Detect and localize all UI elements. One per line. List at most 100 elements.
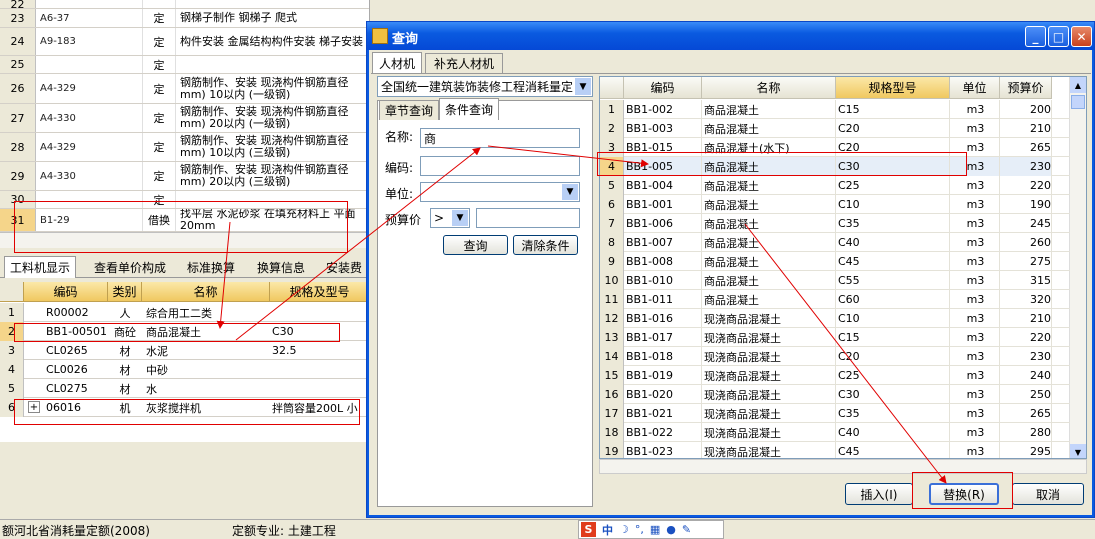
material-row[interactable]: 1 R00002 人 综合用工二类 [0,303,370,322]
wrench-icon[interactable]: ✎ [682,523,691,536]
result-col-header[interactable]: 单位 [950,77,1000,99]
result-row[interactable]: 13 BB1-017 现浇商品混凝土 C15 m3 220 [600,328,1070,347]
chevron-down-icon[interactable]: ▼ [562,184,578,200]
tab-chapter-query[interactable]: 章节查询 [379,100,439,120]
detail-tab[interactable]: 安装费 [320,256,368,278]
detail-tab[interactable]: 工料机显示 [4,256,76,278]
result-row[interactable]: 19 BB1-023 现浇商品混凝土 C45 m3 295 [600,442,1070,458]
material-row[interactable]: 3 CL0265 材 水泥 32.5 [0,341,370,360]
quota-row[interactable]: 22 [0,0,369,11]
detail-tab[interactable]: 标准换算 [178,256,244,278]
minimize-button[interactable]: _ [1025,26,1046,47]
quota-code: B1-29 [40,214,70,226]
result-row[interactable]: 16 BB1-020 现浇商品混凝土 C30 m3 250 [600,385,1070,404]
result-row[interactable]: 6 BB1-001 商品混凝土 C10 m3 190 [600,195,1070,214]
tab-supplementary[interactable]: 补充人材机 [425,53,503,73]
result-name: 现浇商品混凝土 [702,385,836,404]
tab-condition-query[interactable]: 条件查询 [439,98,499,120]
material-row[interactable]: 4 CL0026 材 中砂 [0,360,370,379]
material-row[interactable]: 5 CL0275 材 水 [0,379,370,398]
result-row[interactable]: 10 BB1-010 商品混凝土 C55 m3 315 [600,271,1070,290]
material-col-header[interactable]: 规格及型号 [270,282,370,302]
expand-icon[interactable]: + [28,401,40,413]
punctuation-icon[interactable]: °, [635,523,644,536]
name-input[interactable]: 商 [420,128,580,148]
result-row[interactable]: 2 BB1-003 商品混凝土 C20 m3 210 [600,119,1070,138]
replace-button[interactable]: 替换(R) [929,483,999,505]
result-name: 现浇商品混凝土 [702,423,836,442]
material-col-header[interactable]: 编码 [24,282,108,302]
result-name: 商品混凝土 [702,119,836,138]
result-row[interactable]: 1 BB1-002 商品混凝土 C15 m3 200 [600,100,1070,119]
quota-num: 29 [0,162,36,190]
quota-row[interactable]: 31 B1-29 借换 找平层 水泥砂浆 在填充材料上 平面 20mm [0,209,369,232]
result-row[interactable]: 4 BB1-005 商品混凝土 C30 m3 230 [600,157,1070,176]
result-row[interactable]: 14 BB1-018 现浇商品混凝土 C20 m3 230 [600,347,1070,366]
material-cat: 机 [119,401,131,415]
result-unit: m3 [950,100,1000,119]
tab-materials[interactable]: 人材机 [372,52,422,74]
result-row[interactable]: 12 BB1-016 现浇商品混凝土 C10 m3 210 [600,309,1070,328]
detail-tab[interactable]: 换算信息 [250,256,312,278]
ime-chinese-mode[interactable]: 中 [602,522,613,538]
quota-row[interactable]: 27 A4-330 定钢筋制作、安装 现浇构件钢筋直径mm) 20以内 (一级钢) [0,104,369,133]
detail-tab[interactable]: 查看单价构成 [88,256,172,278]
result-row[interactable]: 15 BB1-019 现浇商品混凝土 C25 m3 240 [600,366,1070,385]
unit-select[interactable]: ▼ [420,182,580,202]
result-col-header[interactable]: 名称 [702,77,836,99]
price-input[interactable] [476,208,580,228]
chevron-down-icon[interactable]: ▼ [575,78,591,95]
result-row[interactable]: 9 BB1-008 商品混凝土 C45 m3 275 [600,252,1070,271]
price-operator-select[interactable]: > ▼ [430,208,470,228]
result-row[interactable]: 5 BB1-004 商品混凝土 C25 m3 220 [600,176,1070,195]
result-row[interactable]: 8 BB1-007 商品混凝土 C40 m3 260 [600,233,1070,252]
result-row[interactable]: 17 BB1-021 现浇商品混凝土 C35 m3 265 [600,404,1070,423]
result-col-header[interactable]: 规格型号 [836,77,950,99]
result-price: 260 [1000,233,1052,252]
quota-row[interactable]: 30 定 [0,191,369,209]
insert-button[interactable]: 插入(I) [845,483,913,505]
result-unit: m3 [950,195,1000,214]
query-button[interactable]: 查询 [443,235,508,255]
quota-row[interactable]: 26 A4-329 定钢筋制作、安装 现浇构件钢筋直径mm) 10以内 (一级钢) [0,74,369,104]
material-row[interactable]: 6 06016 机 灰浆搅拌机 拌筒容量200L 小 + [0,398,370,417]
keyboard-icon[interactable]: ▦ [650,523,660,536]
result-code: BB1-020 [624,385,702,404]
results-vscrollbar[interactable]: ▲ ▼ [1069,77,1086,458]
scroll-down-icon[interactable]: ▼ [1070,444,1086,458]
result-row[interactable]: 7 BB1-006 商品混凝土 C35 m3 245 [600,214,1070,233]
quota-row[interactable]: 24 A9-183 定构件安装 金属结构构件安装 梯子安装 [0,28,369,56]
sogou-icon[interactable]: S [581,522,596,537]
material-cat: 人 [119,306,131,320]
results-hscrollbar[interactable] [599,459,1087,474]
scroll-up-icon[interactable]: ▲ [1070,77,1086,93]
result-col-header[interactable]: 编码 [624,77,702,99]
maximize-button[interactable]: □ [1048,26,1069,47]
dialog-titlebar[interactable]: 查询 _ □ ✕ [367,22,1094,50]
chevron-down-icon[interactable]: ▼ [452,210,468,226]
clear-conditions-button[interactable]: 清除条件 [513,235,578,255]
close-button[interactable]: ✕ [1071,26,1092,47]
cancel-button[interactable]: 取消 [1012,483,1084,505]
quota-name [180,0,369,8]
quota-row[interactable]: 25 定 [0,56,369,74]
quota-row[interactable]: 23 A6-37 定钢梯子制作 钢梯子 爬式 [0,9,369,28]
result-row[interactable]: 11 BB1-011 商品混凝土 C60 m3 320 [600,290,1070,309]
quota-library-select[interactable]: 全国统一建筑装饰装修工程消耗量定 ▼ [377,76,593,97]
moon-icon[interactable]: ☽ [619,523,629,536]
material-row[interactable]: 2 BB1-00501 商砼 商品混凝土 C30 [0,322,370,341]
quota-grid-scrollbar[interactable] [0,232,370,248]
quota-row[interactable]: 29 A4-330 定钢筋制作、安装 现浇构件钢筋直径mm) 20以内 (三级钢) [0,162,369,191]
scroll-thumb[interactable] [1071,95,1085,109]
user-icon[interactable]: ● [666,523,676,536]
quota-row[interactable]: 28 A4-329 定钢筋制作、安装 现浇构件钢筋直径mm) 10以内 (三级钢) [0,133,369,162]
material-col-header[interactable]: 类别 [108,282,142,302]
result-row[interactable]: 3 BB1-015 商品混凝土(水下) C20 m3 265 [600,138,1070,157]
result-col-header[interactable]: 预算价 [1000,77,1052,99]
material-name: 商品混凝土 [146,325,201,339]
code-input[interactable] [420,156,580,176]
ime-toolbar[interactable]: S 中 ☽ °, ▦ ● ✎ [578,520,724,539]
result-row[interactable]: 18 BB1-022 现浇商品混凝土 C40 m3 280 [600,423,1070,442]
material-col-header[interactable]: 名称 [142,282,270,302]
result-name: 现浇商品混凝土 [702,347,836,366]
